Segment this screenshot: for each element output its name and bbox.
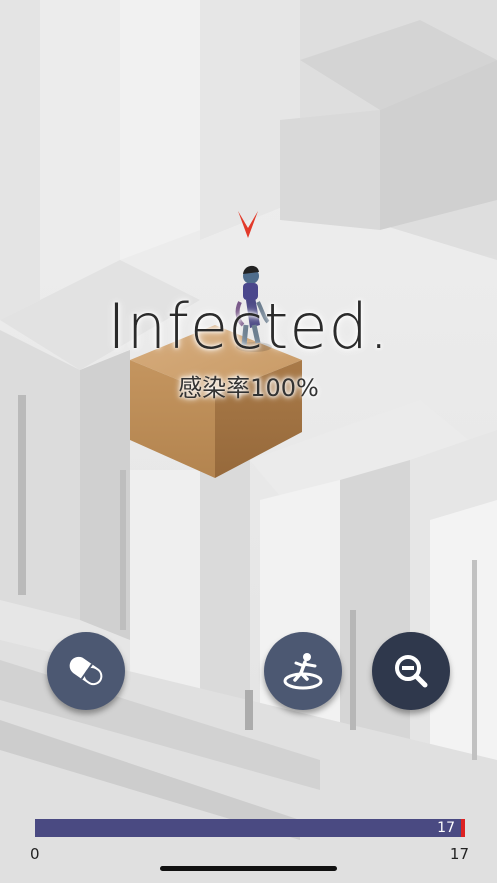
infection-progress-bar: 17 (35, 819, 465, 837)
progress-value: 17 (437, 820, 455, 836)
zoom-out-button[interactable] (372, 632, 450, 710)
game-scene (0, 0, 497, 883)
character-stance-icon (283, 653, 323, 690)
stance-button[interactable] (264, 632, 342, 710)
pill-button[interactable] (47, 632, 125, 710)
progress-max-label: 17 (449, 845, 469, 863)
progress-end-marker (461, 819, 465, 837)
infection-rate-text: 感染率100% (178, 374, 319, 402)
home-indicator (160, 866, 337, 871)
pill-icon (69, 656, 103, 686)
progress-fill (35, 819, 461, 837)
zoom-out-icon (395, 655, 428, 688)
progress-min-label: 0 (30, 845, 40, 863)
infected-title: Infected. (107, 290, 390, 363)
